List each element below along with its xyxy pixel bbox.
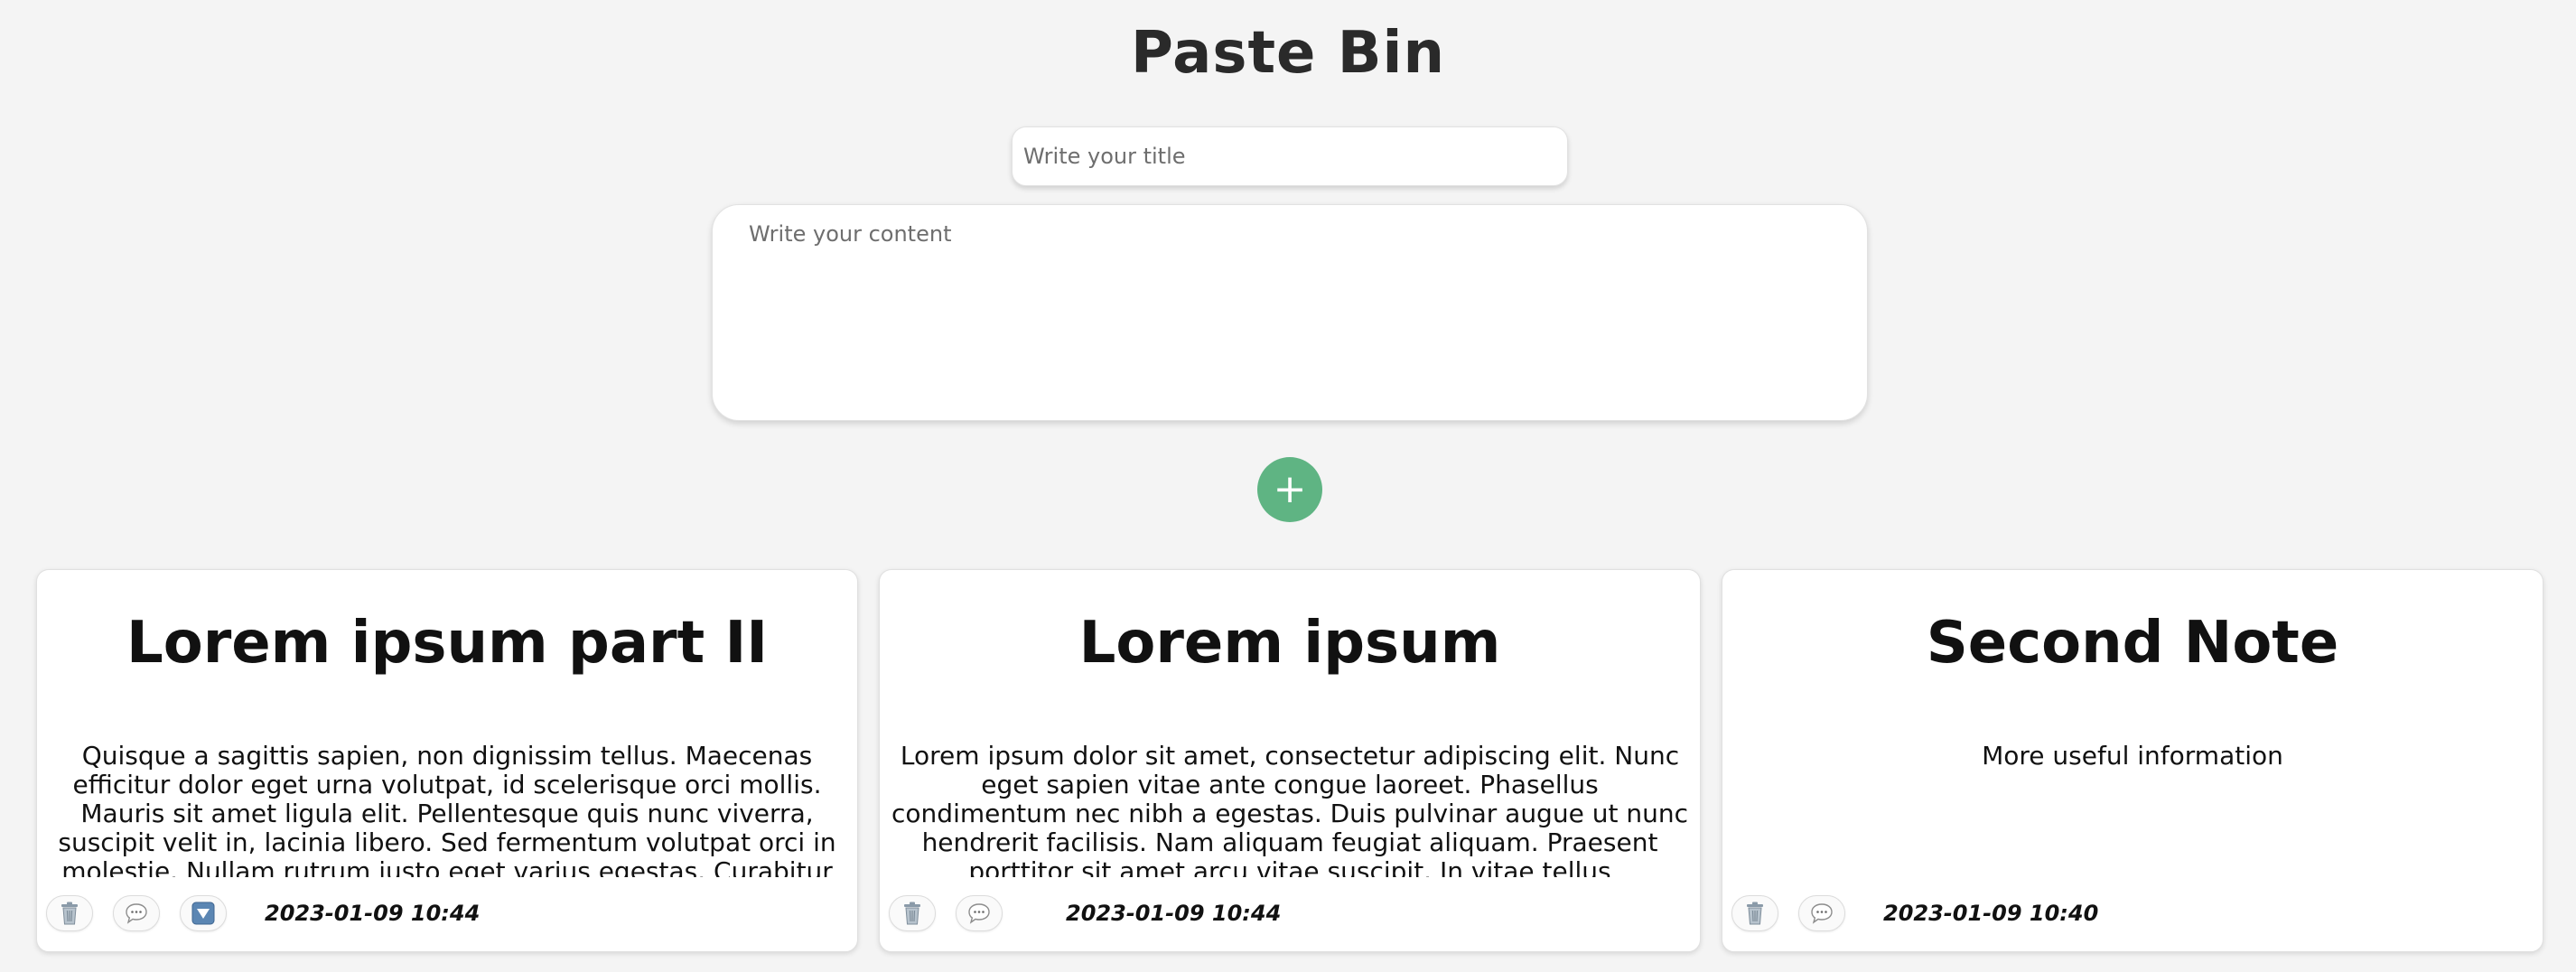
note-card: Second Note More useful information 2023… [1722, 569, 2543, 952]
trash-can-icon [1747, 902, 1763, 925]
note-footer: 2023-01-09 10:44 [46, 893, 480, 933]
note-content: Lorem ipsum dolor sit amet, consectetur … [891, 742, 1688, 877]
note-card: Lorem ipsum Lorem ipsum dolor sit amet, … [879, 569, 1701, 952]
note-footer: 2023-01-09 10:44 [889, 893, 1281, 933]
page-title: Paste Bin [1130, 20, 1446, 87]
down-arrow-icon [191, 902, 215, 925]
note-content: More useful information [1982, 742, 2283, 771]
delete-note-button[interactable] [889, 895, 936, 931]
expand-note-button[interactable] [180, 895, 227, 931]
trash-can-icon [904, 902, 920, 925]
note-footer: 2023-01-09 10:40 [1731, 893, 2098, 933]
add-note-button[interactable]: + [1257, 457, 1322, 522]
note-title: Second Note [1926, 610, 2339, 677]
speech-bubble-icon [968, 903, 990, 924]
trash-can-icon [61, 902, 78, 925]
comment-note-button[interactable] [1798, 895, 1845, 931]
note-title: Lorem ipsum part II [126, 610, 769, 677]
note-date: 2023-01-09 10:44 [265, 901, 481, 926]
note-date: 2023-01-09 10:44 [1066, 901, 1282, 926]
delete-note-button[interactable] [46, 895, 93, 931]
note-card: Lorem ipsum part II Quisque a sagittis s… [36, 569, 858, 952]
content-input[interactable] [712, 204, 1868, 421]
delete-note-button[interactable] [1731, 895, 1778, 931]
note-date: 2023-01-09 10:40 [1883, 901, 2099, 926]
note-title: Lorem ipsum [1078, 610, 1501, 677]
comment-note-button[interactable] [956, 895, 1003, 931]
speech-bubble-icon [126, 903, 147, 924]
title-input[interactable] [1012, 126, 1568, 186]
speech-bubble-icon [1811, 903, 1833, 924]
note-content: Quisque a sagittis sapien, non dignissim… [58, 742, 836, 877]
comment-note-button[interactable] [113, 895, 160, 931]
